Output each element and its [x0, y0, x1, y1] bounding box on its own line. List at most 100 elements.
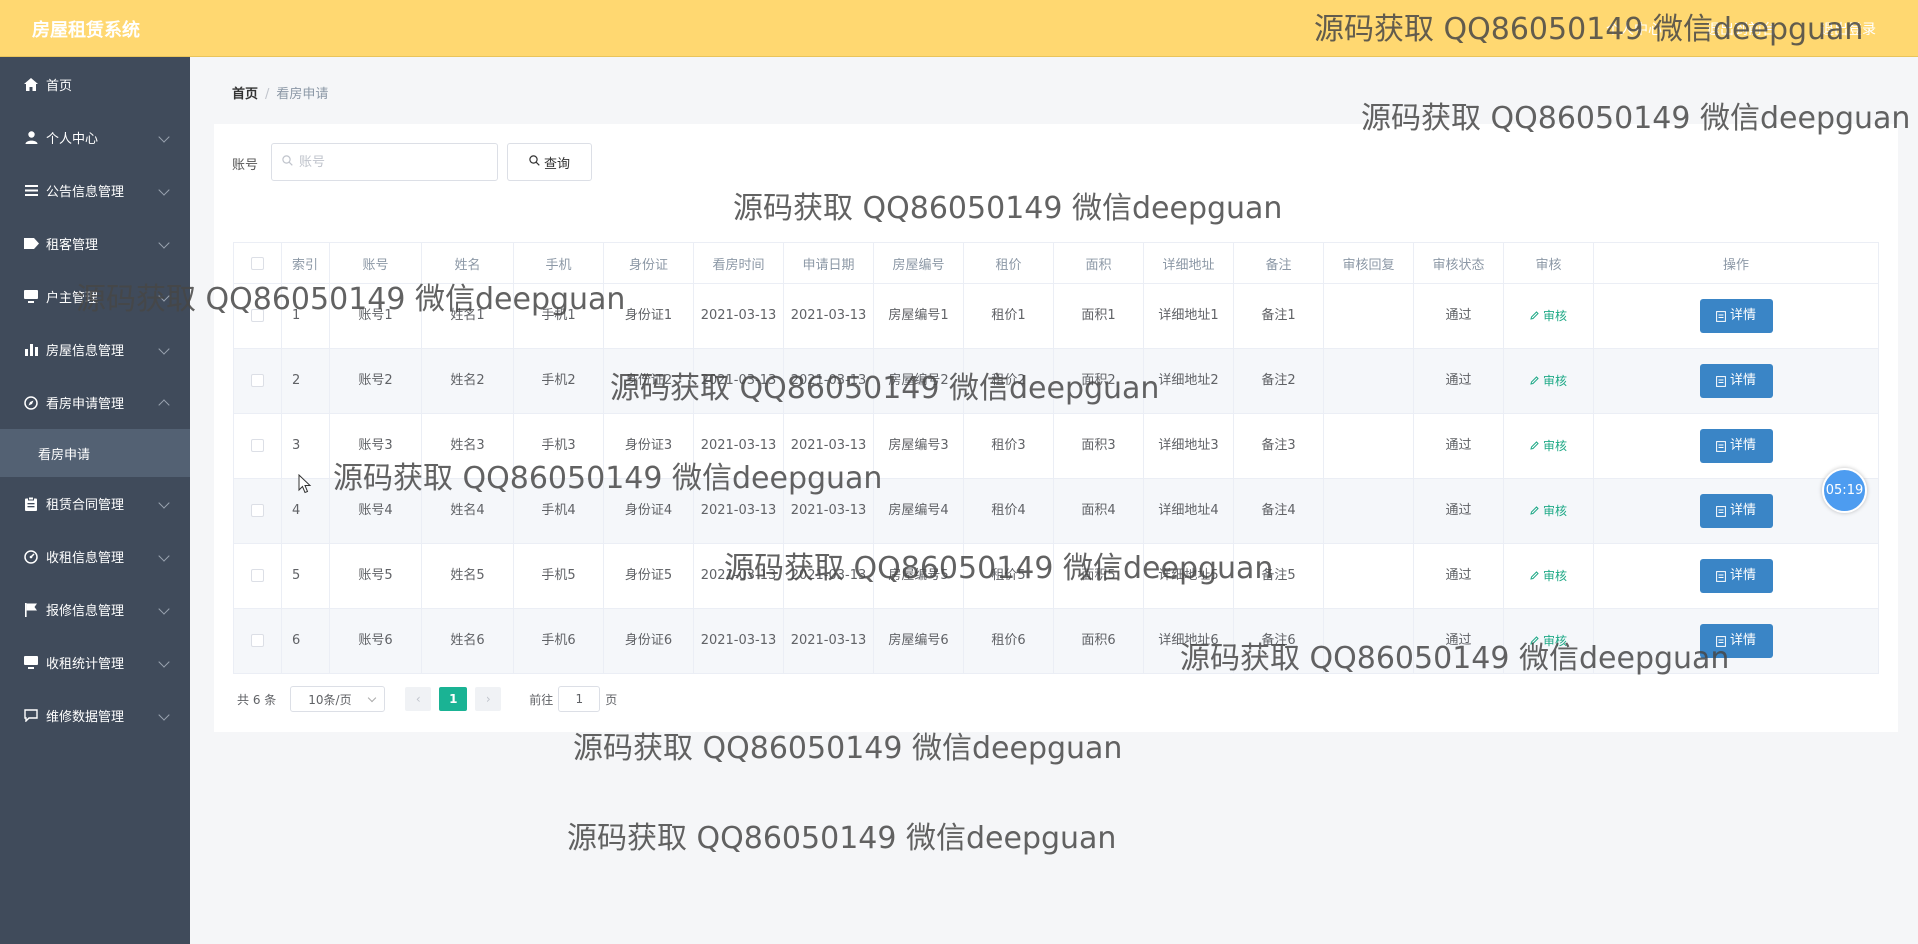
sidebar-item-repairs[interactable]: 报修信息管理 — [0, 583, 190, 636]
row-select-cell[interactable] — [233, 413, 282, 479]
search-input[interactable] — [299, 154, 479, 170]
table-cell — [1323, 478, 1414, 544]
table-cell: 2021-03-13 — [783, 348, 874, 414]
audit-link-label: 审核 — [1542, 503, 1567, 518]
column-header: 备注 — [1233, 242, 1324, 284]
column-header: 账号 — [329, 242, 422, 284]
sidebar-item-lease-contracts[interactable]: 租赁合同管理 — [0, 477, 190, 530]
breadcrumb: 首页 / 看房申请 — [232, 87, 329, 102]
sidebar-item-house-info[interactable]: 房屋信息管理 — [0, 323, 190, 376]
table-cell: 面积5 — [1053, 543, 1144, 609]
audit-link[interactable]: 审核 — [1530, 439, 1567, 453]
table-cell — [1323, 543, 1414, 609]
audit-link[interactable]: 审核 — [1530, 504, 1567, 518]
table-cell: 租价3 — [963, 413, 1054, 479]
detail-button-label: 详情 — [1729, 568, 1756, 583]
table-cell: 详细地址4 — [1143, 478, 1234, 544]
sidebar-item-owners[interactable]: 户主管理 — [0, 270, 190, 323]
app-title: 房屋租赁系统 — [32, 20, 140, 41]
table-cell: 详细地址1 — [1143, 283, 1234, 349]
table-cell: 账号6 — [329, 608, 422, 674]
row-checkbox[interactable] — [251, 374, 264, 387]
header-link-profile[interactable]: 个人中心 — [1606, 19, 1662, 39]
sidebar-item-rent-statistics[interactable]: 收租统计管理 — [0, 636, 190, 689]
table-cell: 2021-03-13 — [783, 413, 874, 479]
table-cell: 手机1 — [513, 283, 604, 349]
row-select-cell[interactable] — [233, 478, 282, 544]
detail-button-label: 详情 — [1729, 308, 1756, 323]
goto-page-input[interactable]: 1 — [558, 686, 601, 712]
table-cell: 租价1 — [963, 283, 1054, 349]
sidebar-item-maintenance-data[interactable]: 维修数据管理 — [0, 689, 190, 742]
column-header: 审核回复 — [1323, 242, 1414, 284]
row-select-cell[interactable] — [233, 608, 282, 674]
search-field[interactable] — [271, 143, 498, 181]
header-link-logout[interactable]: 退出登录 — [1820, 19, 1876, 39]
sidebar-item-home[interactable]: 首页 — [0, 57, 190, 111]
speed-icon — [22, 549, 40, 565]
row-select-cell[interactable] — [233, 283, 282, 349]
chevron-left-icon: ‹ — [415, 692, 421, 706]
table-cell: 租价6 — [963, 608, 1054, 674]
select-all-checkbox[interactable] — [251, 256, 264, 270]
chevron-right-icon: › — [485, 692, 491, 706]
detail-button[interactable]: 详情 — [1699, 429, 1773, 463]
table-cell: 1 — [281, 283, 330, 349]
table-cell: 姓名1 — [421, 283, 514, 349]
row-checkbox[interactable] — [251, 439, 264, 452]
table-cell: 房屋编号2 — [873, 348, 964, 414]
edit-icon — [1530, 505, 1539, 515]
row-checkbox[interactable] — [251, 504, 264, 517]
row-checkbox[interactable] — [251, 309, 264, 322]
detail-button[interactable]: 详情 — [1699, 624, 1773, 658]
edit-icon — [1530, 635, 1539, 645]
operation-cell: 详情 — [1593, 608, 1879, 674]
column-header: 详细地址 — [1143, 242, 1234, 284]
audit-link[interactable]: 审核 — [1530, 309, 1567, 323]
table-cell: 身份证3 — [603, 413, 694, 479]
header-link-frontend[interactable]: 退出到前台 — [1706, 19, 1776, 39]
column-header: 操作 — [1593, 242, 1879, 284]
detail-button[interactable]: 详情 — [1699, 364, 1773, 398]
sidebar-item-rent-collection[interactable]: 收租信息管理 — [0, 530, 190, 583]
column-header: 姓名 — [421, 242, 514, 284]
select-all-cell[interactable] — [233, 242, 282, 284]
table-cell: 2021-03-13 — [783, 283, 874, 349]
table-cell: 2021-03-13 — [693, 478, 784, 544]
detail-button[interactable]: 详情 — [1699, 494, 1773, 528]
row-select-cell[interactable] — [233, 543, 282, 609]
edit-icon — [1530, 375, 1539, 385]
page-number-button[interactable]: 1 — [439, 687, 468, 711]
table-header-row: 索引 账号 姓名 手机 身份证 看房时间 申请日期 房屋编号 租价 面积 详细地… — [233, 242, 1879, 284]
chevron-down-icon — [158, 290, 170, 302]
prev-page-button[interactable]: ‹ — [405, 687, 432, 711]
timer-badge[interactable]: 05:19 — [1822, 468, 1867, 513]
audit-link[interactable]: 审核 — [1530, 374, 1567, 388]
query-button[interactable]: 查询 — [507, 143, 592, 181]
sidebar-item-label: 租客管理 — [46, 238, 99, 253]
page-size-select[interactable]: 10条/页 — [290, 686, 386, 712]
detail-button[interactable]: 详情 — [1699, 299, 1773, 333]
sidebar-item-viewing-applications[interactable]: 看房申请管理 — [0, 376, 190, 429]
row-select-cell[interactable] — [233, 348, 282, 414]
operation-cell: 详情 — [1593, 348, 1879, 414]
table-cell — [1323, 413, 1414, 479]
user-icon — [22, 130, 40, 146]
breadcrumb-current: 看房申请 — [276, 87, 329, 102]
query-button-label: 查询 — [543, 156, 570, 172]
audit-link[interactable]: 审核 — [1530, 569, 1567, 583]
breadcrumb-home[interactable]: 首页 — [232, 87, 258, 102]
sidebar-item-announcements[interactable]: 公告信息管理 — [0, 164, 190, 217]
sidebar-subitem-viewing-application[interactable]: 看房申请 — [0, 429, 190, 477]
next-page-button[interactable]: › — [475, 687, 502, 711]
mouse-cursor-icon — [298, 474, 312, 494]
sidebar-item-tenants[interactable]: 租客管理 — [0, 217, 190, 270]
document-icon — [1716, 310, 1726, 322]
sidebar-item-personal-center[interactable]: 个人中心 — [0, 111, 190, 164]
audit-link[interactable]: 审核 — [1530, 634, 1567, 648]
table-cell: 备注3 — [1233, 413, 1324, 479]
row-checkbox[interactable] — [251, 634, 264, 647]
chevron-down-icon — [158, 709, 170, 721]
detail-button[interactable]: 详情 — [1699, 559, 1773, 593]
row-checkbox[interactable] — [251, 569, 264, 582]
